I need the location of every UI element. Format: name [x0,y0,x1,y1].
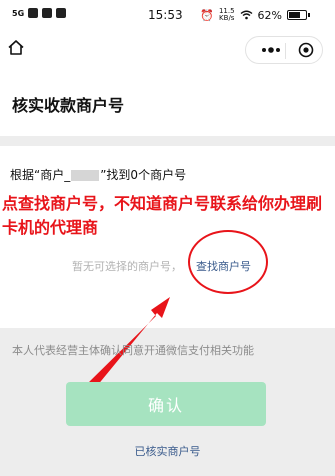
empty-tip: 暂无可选择的商户号， [72,260,182,273]
agreement-text: 本人代表经营主体确认同意开通微信支付相关功能 [12,344,254,357]
network-speed: 11.5 KB/s [218,7,235,22]
result-prefix: 根据“商户_ [10,168,71,182]
result-suffix: ”找到0个商户号 [100,168,187,182]
close-target-icon[interactable] [298,42,314,58]
status-bar: 5G 15:53 ⏰ 11.5 KB/s 62% [0,0,335,30]
hd-icon [28,8,39,18]
masked-merchant-name [71,170,100,181]
app-icon [56,8,67,18]
page-header: 核实收款商户号 [0,74,335,136]
alarm-icon: ⏰ [200,8,214,22]
status-time: 15:53 [148,8,183,22]
confirm-button[interactable]: 确认 [66,382,266,426]
status-left: 5G [12,8,67,18]
red-annotation-text: 点查找商户号，不知道商户号联系给你办理刷卡机的代理商 [2,194,323,237]
search-result-text: 根据“商户_ ”找到0个商户号 [10,166,186,183]
battery-icon [287,10,310,20]
notification-icon [42,8,53,18]
battery-percent: 62% [257,8,282,22]
mini-program-capsule [245,36,323,64]
merchant-result-card: 根据“商户_ ”找到0个商户号 点查找商户号，不知道商户号联系给你办理刷卡机的代理… [0,146,335,328]
page-title: 核实收款商户号 [12,96,125,115]
nav-bar [0,30,335,74]
wifi-icon [240,10,252,20]
status-right: ⏰ 11.5 KB/s 62% [200,7,310,22]
more-icon[interactable] [258,42,284,58]
signal-label: 5G [12,8,25,18]
home-icon[interactable] [6,38,26,58]
battery-fill [289,12,301,18]
verified-merchant-link[interactable]: 已核实商户号 [0,443,335,459]
capsule-divider [285,43,286,59]
red-circle-annotation [188,230,268,294]
